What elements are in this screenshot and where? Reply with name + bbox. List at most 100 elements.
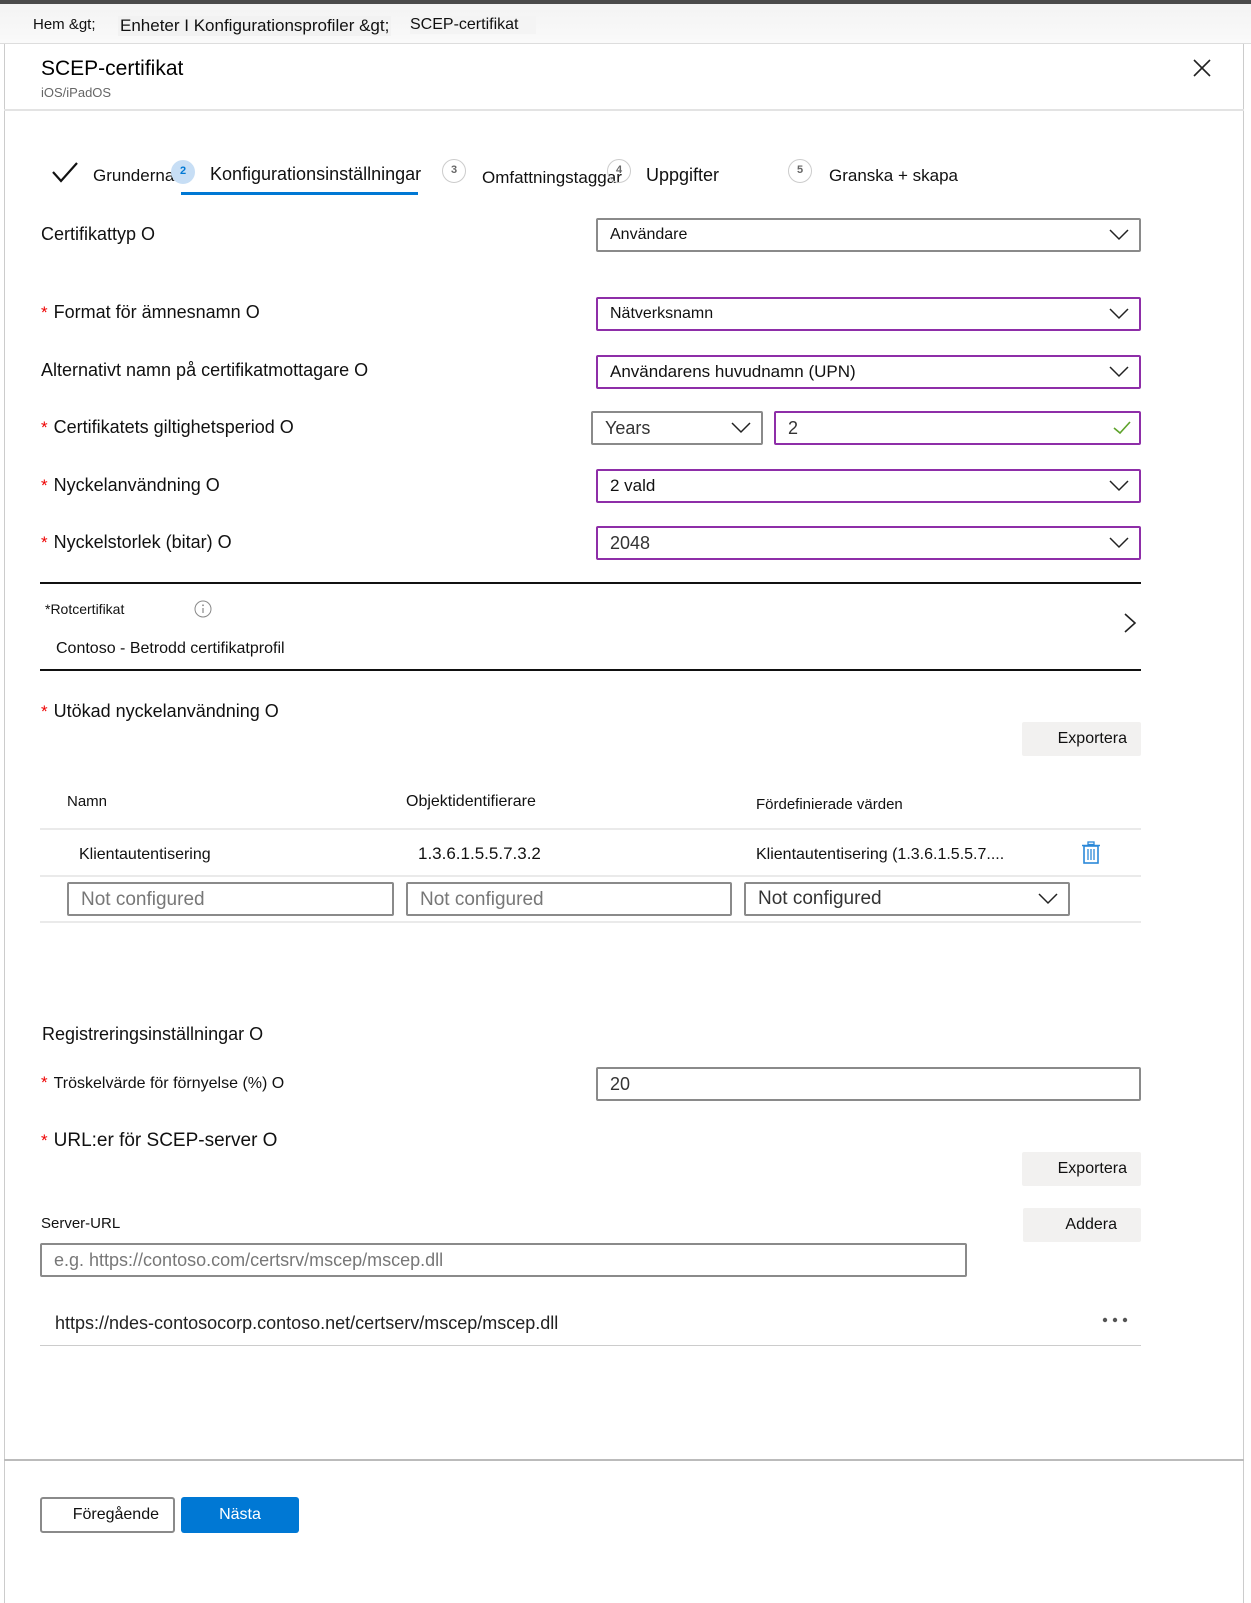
step-review-create[interactable]: Granska + skapa xyxy=(829,166,958,186)
delete-icon[interactable] xyxy=(1080,841,1102,865)
validity-unit-value: Years xyxy=(605,418,651,438)
step-number-5: 5 xyxy=(788,159,812,183)
close-icon[interactable] xyxy=(1192,58,1212,78)
breadcrumb-devices[interactable]: Enheter I Konfigurationsprofiler &gt; xyxy=(118,16,392,36)
root-cert-bottom-divider xyxy=(40,669,1141,671)
column-header-name: Namn xyxy=(67,793,108,810)
previous-button[interactable]: Föregående xyxy=(40,1497,175,1533)
step-number-3: 3 xyxy=(442,159,466,183)
footer-divider xyxy=(4,1459,1244,1461)
eku-export-button[interactable]: Exportera xyxy=(1022,722,1141,756)
subject-name-format-text: Format för ämnesnamn O xyxy=(53,302,260,322)
extended-key-usage-label: * Utökad nyckelanvändning O xyxy=(41,701,279,722)
checkmark-icon xyxy=(52,162,78,183)
chevron-down-icon xyxy=(1109,366,1129,378)
key-usage-text: Nyckelanvändning O xyxy=(53,475,220,495)
root-cert-top-divider xyxy=(40,582,1141,584)
required-marker: * xyxy=(41,418,48,437)
validity-period-label: * Certifikatets giltighetsperiod O xyxy=(41,417,294,438)
renewal-threshold-label: * Tröskelvärde för förnyelse (%) O xyxy=(41,1073,284,1093)
chevron-down-icon xyxy=(1109,229,1129,241)
url-list-divider xyxy=(40,1345,1141,1346)
enrollment-settings-heading: Registreringsinställningar O xyxy=(42,1024,264,1044)
step-basics[interactable]: Grunderna xyxy=(93,166,174,186)
key-usage-dropdown[interactable]: 2 vald xyxy=(596,469,1141,503)
validity-period-text: Certifikatets giltighetsperiod O xyxy=(53,417,294,437)
eku-row-predefined: Klientautentisering (1.3.6.1.5.5.7.... xyxy=(756,846,1005,863)
subject-alt-name-label: Alternativt namn på certifikatmottagare … xyxy=(41,360,369,380)
blade-panel xyxy=(4,44,1244,1603)
breadcrumb: Hem &gt; Enheter I Konfigurationsprofile… xyxy=(0,4,1251,44)
subject-name-format-value: Nätverksnamn xyxy=(610,305,714,322)
certificate-type-dropdown[interactable]: Användare xyxy=(596,218,1141,252)
scep-export-button[interactable]: Exportera xyxy=(1022,1152,1141,1186)
step-scope-tags[interactable]: Omfattningstaggar xyxy=(482,168,622,188)
subject-name-format-dropdown[interactable]: Nätverksnamn xyxy=(596,297,1141,331)
eku-predefined-dropdown[interactable]: Not configured xyxy=(744,882,1070,916)
required-marker: * xyxy=(41,702,48,721)
validity-period-value: 2 xyxy=(788,418,799,438)
certificate-type-value: Användare xyxy=(610,226,688,243)
step-configuration-settings[interactable]: Konfigurationsinställningar xyxy=(210,164,421,185)
info-icon[interactable] xyxy=(194,600,212,618)
breadcrumb-home[interactable]: Hem &gt; xyxy=(33,16,96,33)
required-marker: * xyxy=(41,303,48,322)
table-row-divider xyxy=(40,875,1141,877)
root-certificate-value[interactable]: Contoso - Betrodd certifikatprofil xyxy=(56,640,285,658)
extended-key-usage-text: Utökad nyckelanvändning O xyxy=(53,701,279,721)
header-divider xyxy=(4,109,1244,111)
next-button[interactable]: Nästa xyxy=(181,1497,299,1533)
table-bottom-divider xyxy=(40,921,1141,923)
renewal-threshold-input[interactable]: 20 xyxy=(596,1067,1141,1101)
server-url-input[interactable]: e.g. https://contoso.com/certsrv/mscep/m… xyxy=(40,1243,967,1277)
required-marker: * xyxy=(41,1073,48,1092)
chevron-down-icon xyxy=(731,422,751,434)
page-title: SCEP-certifikat xyxy=(41,57,184,80)
validity-period-input[interactable]: 2 xyxy=(774,411,1141,445)
key-usage-label: * Nyckelanvändning O xyxy=(41,475,220,496)
eku-name-placeholder: Not configured xyxy=(81,889,205,910)
more-options-icon[interactable] xyxy=(1101,1313,1129,1327)
subject-alt-name-dropdown[interactable]: Användarens huvudnamn (UPN) xyxy=(596,355,1141,389)
key-size-value: 2048 xyxy=(610,533,651,553)
server-url-value: https://ndes-contosocorp.contoso.net/cer… xyxy=(55,1313,559,1333)
step-number-2: 2 xyxy=(171,160,195,184)
eku-name-input[interactable]: Not configured xyxy=(67,882,394,916)
renewal-threshold-value: 20 xyxy=(610,1074,631,1094)
table-header-divider xyxy=(40,828,1141,830)
active-step-indicator xyxy=(181,192,418,195)
required-marker: * xyxy=(41,476,48,495)
step-number-4: 4 xyxy=(607,159,631,183)
server-url-placeholder: e.g. https://contoso.com/certsrv/mscep/m… xyxy=(54,1250,444,1270)
eku-predefined-value: Not configured xyxy=(758,888,882,909)
key-size-dropdown[interactable]: 2048 xyxy=(596,526,1141,560)
column-header-oid: Objektidentifierare xyxy=(406,793,536,810)
eku-oid-input[interactable]: Not configured xyxy=(406,882,732,916)
eku-row-name: Klientautentisering xyxy=(79,846,211,863)
chevron-down-icon xyxy=(1109,308,1129,320)
eku-row-oid: 1.3.6.1.5.5.7.3.2 xyxy=(418,844,541,863)
renewal-threshold-text: Tröskelvärde för förnyelse (%) O xyxy=(53,1075,285,1092)
chevron-right-icon[interactable] xyxy=(1122,612,1138,634)
key-size-text: Nyckelstorlek (bitar) O xyxy=(53,532,232,552)
certificate-type-label: Certifikattyp O xyxy=(41,224,156,244)
validity-unit-dropdown[interactable]: Years xyxy=(591,411,763,445)
scep-urls-label: * URL:er för SCEP-server O xyxy=(41,1130,277,1152)
scep-urls-text: URL:er för SCEP-server O xyxy=(53,1130,278,1151)
breadcrumb-current: SCEP-certifikat xyxy=(410,16,537,34)
root-certificate-label: *Rotcertifikat xyxy=(45,601,125,617)
subject-alt-name-value: Användarens huvudnamn (UPN) xyxy=(610,362,856,381)
key-size-label: * Nyckelstorlek (bitar) O xyxy=(41,532,232,553)
subject-name-format-label: * Format för ämnesnamn O xyxy=(41,302,260,323)
chevron-down-icon xyxy=(1038,893,1058,905)
add-url-button[interactable]: Addera xyxy=(1023,1208,1141,1242)
required-marker: * xyxy=(41,1131,48,1150)
valid-check-icon xyxy=(1113,421,1131,435)
server-url-label: Server-URL xyxy=(41,1215,121,1232)
column-header-predefined: Fördefinierade värden xyxy=(756,796,903,813)
chevron-down-icon xyxy=(1109,537,1129,549)
eku-oid-placeholder: Not configured xyxy=(420,889,544,910)
step-assignments[interactable]: Uppgifter xyxy=(646,165,719,186)
required-marker: * xyxy=(41,533,48,552)
key-usage-value: 2 vald xyxy=(610,476,656,495)
